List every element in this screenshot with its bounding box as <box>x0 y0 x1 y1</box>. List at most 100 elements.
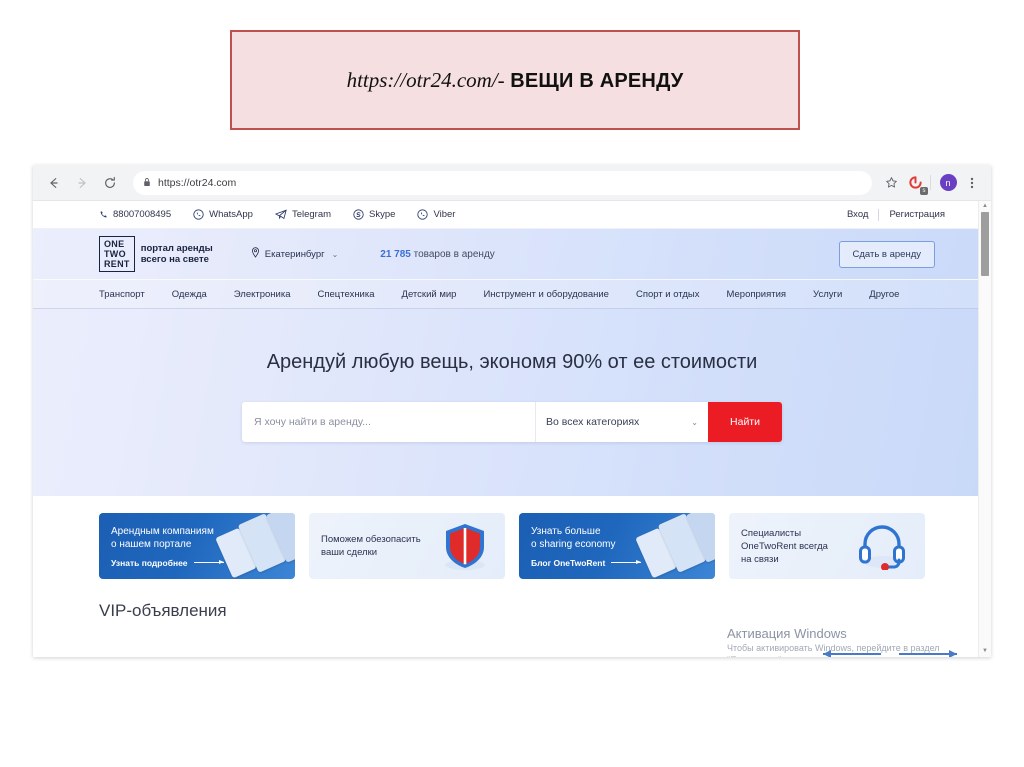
nav-item-sport[interactable]: Спорт и отдых <box>636 289 700 300</box>
search-category-select[interactable]: Во всех категориях ⌄ <box>536 402 708 442</box>
promo-card-text: Поможем обезопасить ваши сделки <box>309 533 421 559</box>
kebab-menu-glyph <box>970 177 974 188</box>
vertical-scrollbar[interactable]: ▲ ▼ <box>978 201 991 657</box>
goods-count-number: 21 785 <box>380 248 411 260</box>
scroll-up-icon[interactable]: ▲ <box>979 201 991 211</box>
promo-title: Специалисты OneTwoRent всегда на связи <box>741 527 828 566</box>
nav-item-tools[interactable]: Инструмент и оборудование <box>483 289 609 300</box>
headset-glyph <box>859 525 905 571</box>
forward-arrow-glyph <box>78 177 86 188</box>
toolbar-divider <box>930 175 931 190</box>
logo-tagline: портал аренды всего на свете <box>141 243 213 265</box>
contact-phone-label: 88007008495 <box>113 209 172 220</box>
promo-link-label: Блог OneTwoRent <box>531 557 606 568</box>
search-input[interactable]: Я хочу найти в аренду... <box>242 402 536 442</box>
site-topbar-auth: Вход Регистрация <box>847 208 969 221</box>
telegram-glyph <box>274 209 287 220</box>
promo-card-secure-deals[interactable]: Поможем обезопасить ваши сделки <box>309 513 505 579</box>
promo-cards: Арендным компаниям о нашем портале Узнат… <box>33 496 991 579</box>
shield-icon <box>439 520 491 572</box>
promo-title: Узнать больше o sharing economy <box>531 525 641 551</box>
scrollbar-thumb[interactable] <box>981 212 989 276</box>
nav-item-kids[interactable]: Детский мир <box>402 289 457 300</box>
chevron-down-icon: ⌄ <box>691 417 698 427</box>
chevron-down-icon: ⌄ <box>331 249 339 259</box>
address-bar[interactable]: https://otr24.com <box>133 170 872 195</box>
nav-item-transport[interactable]: Транспорт <box>99 289 145 300</box>
hero-section: ONE TWO RENT портал аренды всего на свет… <box>33 229 991 496</box>
skype-glyph <box>353 209 364 220</box>
avatar[interactable]: n <box>937 172 959 194</box>
promo-title: Поможем обезопасить ваши сделки <box>321 533 421 559</box>
star-glyph <box>885 177 897 188</box>
nav-item-events[interactable]: Мероприятия <box>726 289 786 300</box>
promo-card-sharing-economy[interactable]: Узнать больше o sharing economy Блог One… <box>519 513 715 579</box>
promo-title-line-two: OneTwoRent всегда <box>741 540 828 552</box>
whatsapp-glyph <box>193 209 204 220</box>
nav-item-clothing[interactable]: Одежда <box>172 289 207 300</box>
search-input-placeholder: Я хочу найти в аренду... <box>254 416 371 428</box>
nav-item-special-equipment[interactable]: Спецтехника <box>318 289 375 300</box>
forward-icon[interactable] <box>69 170 95 196</box>
contact-whatsapp[interactable]: WhatsApp <box>193 209 253 220</box>
contact-skype[interactable]: Skype <box>353 209 395 220</box>
devices-illustration <box>215 513 295 579</box>
headset-icon <box>855 522 909 571</box>
browser-window: https://otr24.com s n ▲ ▼ 88007008495 Wh… <box>33 165 991 657</box>
browser-menu-icon[interactable] <box>961 172 983 194</box>
logo-tagline-line-two: всего на свете <box>140 254 209 265</box>
avatar-initial: n <box>939 174 957 191</box>
promo-title: Арендным компаниям о нашем портале <box>111 525 224 551</box>
register-link[interactable]: Регистрация <box>889 209 945 220</box>
arrow-right-icon <box>193 560 224 564</box>
windows-activation-subtitle: Чтобы активировать Windows, перейдите в … <box>727 643 940 657</box>
slide-title-label: ВЕЩИ В АРЕНДУ <box>510 69 684 92</box>
promo-card-text: Арендным компаниям о нашем портале Узнат… <box>99 525 224 568</box>
promo-title-line-one: Специалисты <box>741 527 802 539</box>
hero-body: Арендуй любую вещь, экономя 90% от ее ст… <box>33 309 991 494</box>
contact-viber[interactable]: Viber <box>417 209 455 220</box>
contact-telegram[interactable]: Telegram <box>274 209 331 220</box>
search-category-value: Во всех категориях <box>546 416 640 428</box>
browser-toolbar: https://otr24.com s n <box>33 165 991 201</box>
extension-badge: s <box>920 186 928 195</box>
promo-title-line-two: o sharing economy <box>531 538 616 550</box>
lock-icon <box>143 177 151 189</box>
promo-link[interactable]: Блог OneTwoRent <box>531 557 642 568</box>
back-icon[interactable] <box>41 170 67 196</box>
reload-icon[interactable] <box>97 170 123 196</box>
promo-link-label: Узнать подробнее <box>111 557 188 568</box>
carousel-next-arrow-icon[interactable] <box>899 650 957 657</box>
viber-glyph <box>417 209 429 220</box>
contact-phone[interactable]: 88007008495 <box>99 209 171 220</box>
hero-title: Арендуй любую вещь, экономя 90% от ее ст… <box>266 351 758 373</box>
promo-card-text: Специалисты OneTwoRent всегда на связи <box>729 527 828 566</box>
promo-title-line-one: Арендным компаниям <box>111 525 214 537</box>
bookmark-star-icon[interactable] <box>880 172 902 194</box>
arrow-right-icon <box>611 560 642 564</box>
skype-icon <box>353 209 364 220</box>
lock-glyph <box>144 177 150 186</box>
nav-item-electronics[interactable]: Электроника <box>234 289 291 300</box>
extension-icon[interactable]: s <box>904 172 928 195</box>
city-selector[interactable]: Екатеринбург ⌄ <box>251 247 338 261</box>
rent-out-button[interactable]: Сдать в аренду <box>838 240 935 268</box>
site-logo[interactable]: ONE TWO RENT портал аренды всего на свет… <box>99 236 213 272</box>
promo-title-line-two: ваши сделки <box>321 547 378 558</box>
scroll-down-icon[interactable]: ▼ <box>979 646 991 656</box>
login-link[interactable]: Вход <box>847 209 869 220</box>
promo-card-rental-companies[interactable]: Арендным компаниям о нашем портале Узнат… <box>99 513 295 579</box>
carousel-prev-arrow-icon[interactable] <box>823 650 881 657</box>
slide-title-text: https://otr24.com/- ВЕЩИ В АРЕНДУ <box>347 68 684 93</box>
contact-skype-label: Skype <box>369 209 396 220</box>
telegram-icon <box>274 209 287 220</box>
search-button[interactable]: Найти <box>708 402 782 442</box>
windows-activation-title: Активация Windows <box>727 626 847 641</box>
promo-link[interactable]: Узнать подробнее <box>111 558 224 568</box>
nav-item-services[interactable]: Услуги <box>813 289 842 300</box>
contact-viber-label: Viber <box>433 209 456 220</box>
goods-count-suffix: товаров в аренду <box>413 248 495 260</box>
promo-card-support[interactable]: Специалисты OneTwoRent всегда на связи <box>729 513 925 579</box>
nav-item-other[interactable]: Другое <box>869 289 899 300</box>
phone-icon <box>99 210 108 219</box>
